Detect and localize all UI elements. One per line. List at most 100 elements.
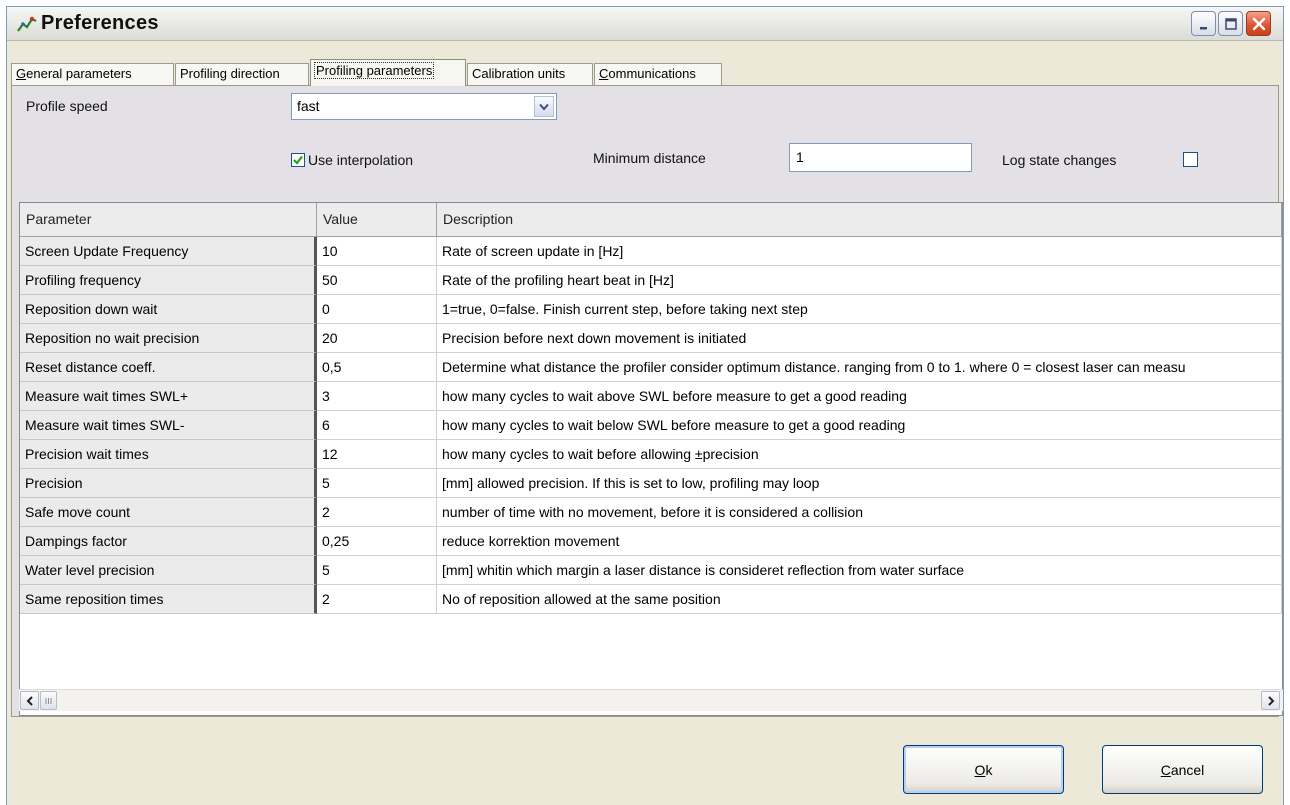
minimum-distance-input[interactable]: 1 — [789, 143, 972, 172]
parameter-cell: Water level precision — [20, 556, 317, 585]
minimum-distance-label: Minimum distance — [593, 150, 706, 166]
value-cell[interactable]: 20 — [317, 324, 437, 353]
value-cell[interactable]: 10 — [317, 237, 437, 266]
value-cell[interactable]: 0 — [317, 295, 437, 324]
tab-profiling-parameters[interactable]: Profiling parameters — [310, 59, 466, 86]
value-cell[interactable]: 6 — [317, 411, 437, 440]
value-cell[interactable]: 50 — [317, 266, 437, 295]
maximize-button[interactable] — [1218, 11, 1243, 36]
table-row[interactable]: Same reposition times 2 No of reposition a… — [20, 585, 1282, 614]
minimize-button[interactable] — [1191, 11, 1216, 36]
grip-icon — [45, 697, 52, 704]
parameter-cell: Screen Update Frequency — [20, 237, 317, 266]
value-cell[interactable]: 0,25 — [317, 527, 437, 556]
table-row[interactable]: Precision 5 [mm] allowed precision. If thi… — [20, 469, 1282, 498]
profile-speed-label: Profile speed — [26, 98, 108, 114]
value-cell[interactable]: 12 — [317, 440, 437, 469]
tab-calibration-units[interactable]: Calibration units — [467, 63, 593, 85]
value-cell[interactable]: 2 — [317, 498, 437, 527]
parameter-cell: Profiling frequency — [20, 266, 317, 295]
description-cell: Rate of screen update in [Hz] — [437, 237, 1282, 266]
table-row[interactable]: Profiling frequency 50 Rate of the profili… — [20, 266, 1282, 295]
minimum-distance-value: 1 — [796, 149, 804, 165]
tab-label: Profiling direction — [180, 66, 280, 81]
value-cell[interactable]: 5 — [317, 469, 437, 498]
log-state-changes-checkbox[interactable] — [1183, 152, 1198, 167]
table-row[interactable]: Screen Update Frequency 10 Rate of screen … — [20, 237, 1282, 266]
minimize-icon — [1199, 26, 1207, 29]
description-cell: No of reposition allowed at the same pos… — [437, 585, 1282, 614]
column-header-description[interactable]: Description — [437, 203, 1282, 237]
column-header-value[interactable]: Value — [317, 203, 437, 237]
column-header-parameter[interactable]: Parameter — [20, 203, 317, 237]
parameter-cell: Reposition down wait — [20, 295, 317, 324]
tab-label: Profiling parameters — [316, 63, 433, 78]
arrow-right-icon — [1267, 695, 1274, 706]
table-row[interactable]: Dampings factor 0,25 reduce korrektion mov… — [20, 527, 1282, 556]
tab-profiling-direction[interactable]: Profiling direction — [175, 63, 309, 85]
profile-speed-dropdown[interactable]: fast — [291, 93, 557, 120]
use-interpolation-label: Use interpolation — [308, 152, 414, 168]
check-mark-icon — [293, 155, 303, 165]
description-cell: [mm] allowed precision. If this is set t… — [437, 469, 1282, 498]
tab-label: Calibration units — [472, 66, 566, 81]
arrow-left-icon — [26, 695, 33, 706]
cancel-button[interactable]: Cancel — [1102, 745, 1263, 794]
scroll-thumb[interactable] — [40, 691, 57, 710]
tab-accel: C — [599, 66, 609, 81]
description-cell: Determine what distance the profiler con… — [437, 353, 1282, 382]
description-cell: reduce korrektion movement — [437, 527, 1282, 556]
description-cell: Precision before next down movement is i… — [437, 324, 1282, 353]
close-button[interactable] — [1246, 11, 1271, 36]
description-cell: number of time with no movement, before … — [437, 498, 1282, 527]
title-bar[interactable]: Preferences — [7, 7, 1283, 41]
horizontal-scrollbar[interactable] — [19, 689, 1283, 711]
window-title: Preferences — [41, 12, 159, 34]
profile-speed-value: fast — [297, 98, 320, 114]
cancel-label: ancel — [1170, 761, 1205, 778]
value-cell[interactable]: 5 — [317, 556, 437, 585]
ok-accel: O — [974, 761, 986, 778]
dropdown-button[interactable] — [534, 96, 554, 117]
value-cell[interactable]: 2 — [317, 585, 437, 614]
tab-communications[interactable]: Communications — [594, 63, 722, 85]
ok-label: k — [985, 761, 993, 778]
use-interpolation-checkbox[interactable] — [291, 153, 305, 167]
tab-general-parameters[interactable]: General parameters — [11, 63, 174, 85]
parameter-cell: Same reposition times — [20, 585, 317, 614]
cancel-accel: C — [1160, 761, 1171, 778]
table-row[interactable]: Measure wait times SWL+ 3 how many cycles … — [20, 382, 1282, 411]
table-row[interactable]: Reposition down wait 0 1=true, 0=false. Fi… — [20, 295, 1282, 324]
parameter-cell: Precision wait times — [20, 440, 317, 469]
description-cell: how many cycles to wait before allowing … — [437, 440, 1282, 469]
parameters-grid: Parameter Value Description Screen Updat… — [19, 202, 1283, 716]
table-row[interactable]: Reposition no wait precision 20 Precision … — [20, 324, 1282, 353]
description-cell: how many cycles to wait above SWL before… — [437, 382, 1282, 411]
description-cell: Rate of the profiling heart beat in [Hz] — [437, 266, 1282, 295]
parameter-cell: Measure wait times SWL+ — [20, 382, 317, 411]
tab-label: ommunications — [608, 66, 696, 81]
close-icon — [1252, 17, 1265, 30]
parameter-cell: Reposition no wait precision — [20, 324, 317, 353]
table-row[interactable]: Safe move count 2 number of time with no m… — [20, 498, 1282, 527]
parameter-cell: Reset distance coeff. — [20, 353, 317, 382]
scroll-left-button[interactable] — [20, 691, 39, 710]
tab-accel: G — [16, 66, 27, 81]
description-cell: [mm] whitin which margin a laser distanc… — [437, 556, 1282, 585]
value-cell[interactable]: 0,5 — [317, 353, 437, 382]
value-cell[interactable]: 3 — [317, 382, 437, 411]
chart-icon — [17, 16, 37, 32]
parameter-cell: Precision — [20, 469, 317, 498]
tab-label: eneral parameters — [26, 66, 132, 81]
table-row[interactable]: Reset distance coeff. 0,5 Determine what d… — [20, 353, 1282, 382]
scroll-right-button[interactable] — [1261, 691, 1280, 710]
description-cell: 1=true, 0=false. Finish current step, be… — [437, 295, 1282, 324]
table-row[interactable]: Measure wait times SWL- 6 how many cycles … — [20, 411, 1282, 440]
table-row[interactable]: Precision wait times 12 how many cycles to… — [20, 440, 1282, 469]
description-cell: how many cycles to wait below SWL before… — [437, 411, 1282, 440]
ok-button[interactable]: Ok — [903, 745, 1064, 794]
parameter-cell: Measure wait times SWL- — [20, 411, 317, 440]
parameter-cell: Dampings factor — [20, 527, 317, 556]
table-row[interactable]: Water level precision 5 [mm] whitin which … — [20, 556, 1282, 585]
preferences-window: Preferences General parameters Profiling… — [6, 6, 1284, 805]
